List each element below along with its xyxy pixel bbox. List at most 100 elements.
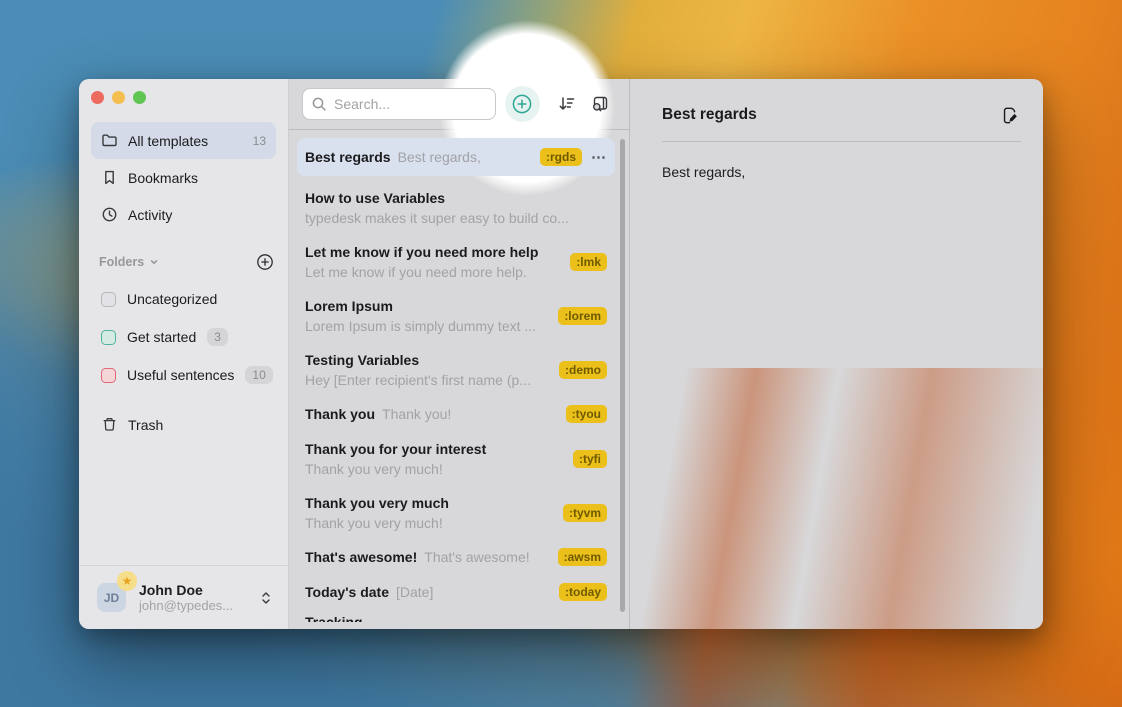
template-title: How to use Variables: [305, 190, 607, 206]
star-badge-icon: ★: [117, 571, 137, 591]
template-list-item-testing-variables[interactable]: Testing Variables Hey [Enter recipient's…: [297, 347, 615, 392]
list-scrollbar[interactable]: [620, 139, 625, 612]
shortcut-badge: :rgds: [540, 148, 582, 166]
search-input[interactable]: [302, 88, 496, 120]
template-title: Today's date: [305, 584, 389, 600]
template-preview: typedesk makes it super easy to build co…: [305, 210, 607, 226]
close-window-button[interactable]: [91, 91, 104, 104]
folder-count: 3: [207, 328, 228, 346]
sidebar-item-trash[interactable]: Trash: [91, 406, 276, 443]
sidebar-item-label: All templates: [128, 133, 243, 149]
sidebar-item-activity[interactable]: Activity: [91, 196, 276, 233]
template-title: Best regards: [305, 149, 391, 165]
clock-icon: [101, 206, 118, 223]
template-preview: That's awesome!: [424, 549, 529, 565]
trash-icon: [101, 416, 118, 433]
folder-color-chip: [101, 368, 116, 383]
template-list-item-thank-you-very-much[interactable]: Thank you very much Thank you very much!…: [297, 490, 615, 535]
app-window: All templates 13 Bookmarks Activity: [79, 79, 1043, 629]
detail-body: Best regards,: [662, 162, 1015, 182]
more-options-button[interactable]: ⋯: [591, 150, 607, 165]
search-field: [302, 88, 496, 120]
template-list-item-thats-awesome[interactable]: That's awesome! That's awesome! :awsm: [297, 544, 615, 570]
detail-divider: [662, 141, 1021, 142]
template-list: Best regards Best regards, :rgds ⋯ How t…: [289, 129, 629, 622]
sidebar: All templates 13 Bookmarks Activity: [79, 79, 289, 629]
minimize-window-button[interactable]: [112, 91, 125, 104]
template-preview: Best regards,: [398, 149, 481, 165]
template-preview: Let me know if you need more help.: [305, 264, 562, 280]
template-preview: Thank you very much!: [305, 515, 555, 531]
sidebar-item-label: Trash: [128, 417, 266, 433]
sidebar-nav: All templates 13 Bookmarks Activity: [91, 122, 276, 233]
sort-descending-icon: [557, 94, 577, 114]
folder-label: Get started: [127, 329, 196, 345]
detail-header: Best regards: [662, 101, 1021, 129]
template-title: Testing Variables: [305, 352, 551, 368]
template-title: That's awesome!: [305, 549, 417, 565]
template-title: Lorem Ipsum: [305, 298, 550, 314]
template-list-item-lorem-ipsum[interactable]: Lorem Ipsum Lorem Ipsum is simply dummy …: [297, 293, 615, 338]
bookmark-icon: [101, 169, 118, 186]
shortcut-badge: :tyou: [566, 405, 607, 423]
avatar-initials: JD: [97, 583, 126, 612]
folder-list: Uncategorized Get started 3 Useful sente…: [91, 280, 276, 394]
chevron-up-down-icon: [260, 590, 274, 606]
folder-count: 10: [245, 366, 272, 384]
folders-collapse-toggle[interactable]: Folders: [99, 255, 159, 269]
template-detail-panel: Best regards Best regards,: [629, 79, 1043, 629]
folder-label: Uncategorized: [127, 291, 217, 307]
template-list-panel: Best regards Best regards, :rgds ⋯ How t…: [289, 79, 629, 629]
sort-button[interactable]: [553, 89, 582, 119]
template-title: Thank you very much: [305, 495, 555, 511]
template-preview: Hey [Enter recipient's first name (p...: [305, 372, 551, 388]
add-folder-button[interactable]: [256, 253, 274, 271]
template-preview: Thank you!: [382, 406, 451, 422]
new-template-button[interactable]: [505, 86, 540, 122]
template-title: Thank you for your interest: [305, 441, 565, 457]
edit-template-button[interactable]: [997, 103, 1021, 127]
window-controls: [91, 91, 146, 104]
template-list-item-let-me-know[interactable]: Let me know if you need more help Let me…: [297, 239, 615, 284]
folders-section-label: Folders: [99, 255, 144, 269]
sidebar-item-label: Activity: [128, 207, 266, 223]
quick-search-window-button[interactable]: [586, 89, 615, 119]
list-toolbar: [289, 79, 629, 129]
folder-item-uncategorized[interactable]: Uncategorized: [91, 280, 276, 318]
sidebar-item-bookmarks[interactable]: Bookmarks: [91, 159, 276, 196]
shortcut-badge: :demo: [559, 361, 607, 379]
chevron-down-icon: [149, 257, 159, 267]
template-list-item-thank-you-interest[interactable]: Thank you for your interest Thank you ve…: [297, 436, 615, 481]
folder-item-get-started[interactable]: Get started 3: [91, 318, 276, 356]
detail-title: Best regards: [662, 106, 997, 124]
shortcut-badge: :lmk: [570, 253, 607, 271]
avatar: JD ★: [97, 583, 126, 612]
desktop-wallpaper: All templates 13 Bookmarks Activity: [0, 0, 1122, 707]
shortcut-badge: :awsm: [558, 548, 607, 566]
shortcut-badge: :today: [559, 583, 607, 601]
sidebar-item-count: 13: [253, 134, 266, 148]
sidebar-item-label: Bookmarks: [128, 170, 266, 186]
shortcut-badge: :lorem: [558, 307, 607, 325]
template-list-item-best-regards[interactable]: Best regards Best regards, :rgds ⋯: [297, 138, 615, 176]
template-preview: [Date]: [396, 584, 433, 600]
folder-icon: [101, 132, 118, 149]
template-list-item-thank-you[interactable]: Thank you Thank you! :tyou: [297, 401, 615, 427]
account-switcher[interactable]: JD ★ John Doe john@typedes...: [79, 565, 288, 629]
folder-label: Useful sentences: [127, 367, 234, 383]
template-preview: Thank you very much!: [305, 461, 565, 477]
shortcut-badge: :tyvm: [563, 504, 607, 522]
shortcut-badge: :tyfi: [573, 450, 607, 468]
fullscreen-window-button[interactable]: [133, 91, 146, 104]
template-list-item-how-to-use-variables[interactable]: How to use Variables typedesk makes it s…: [297, 185, 615, 230]
search-panel-icon: [590, 94, 610, 114]
template-preview: Lorem Ipsum is simply dummy text ...: [305, 318, 550, 334]
template-list-item-clipped[interactable]: Tracking: [297, 614, 615, 622]
circle-plus-icon: [256, 253, 274, 271]
template-title: Let me know if you need more help: [305, 244, 562, 260]
template-list-item-todays-date[interactable]: Today's date [Date] :today: [297, 579, 615, 605]
folder-item-useful-sentences[interactable]: Useful sentences 10: [91, 356, 276, 394]
folder-color-chip: [101, 330, 116, 345]
folders-section-header: Folders: [99, 252, 274, 272]
sidebar-item-all-templates[interactable]: All templates 13: [91, 122, 276, 159]
